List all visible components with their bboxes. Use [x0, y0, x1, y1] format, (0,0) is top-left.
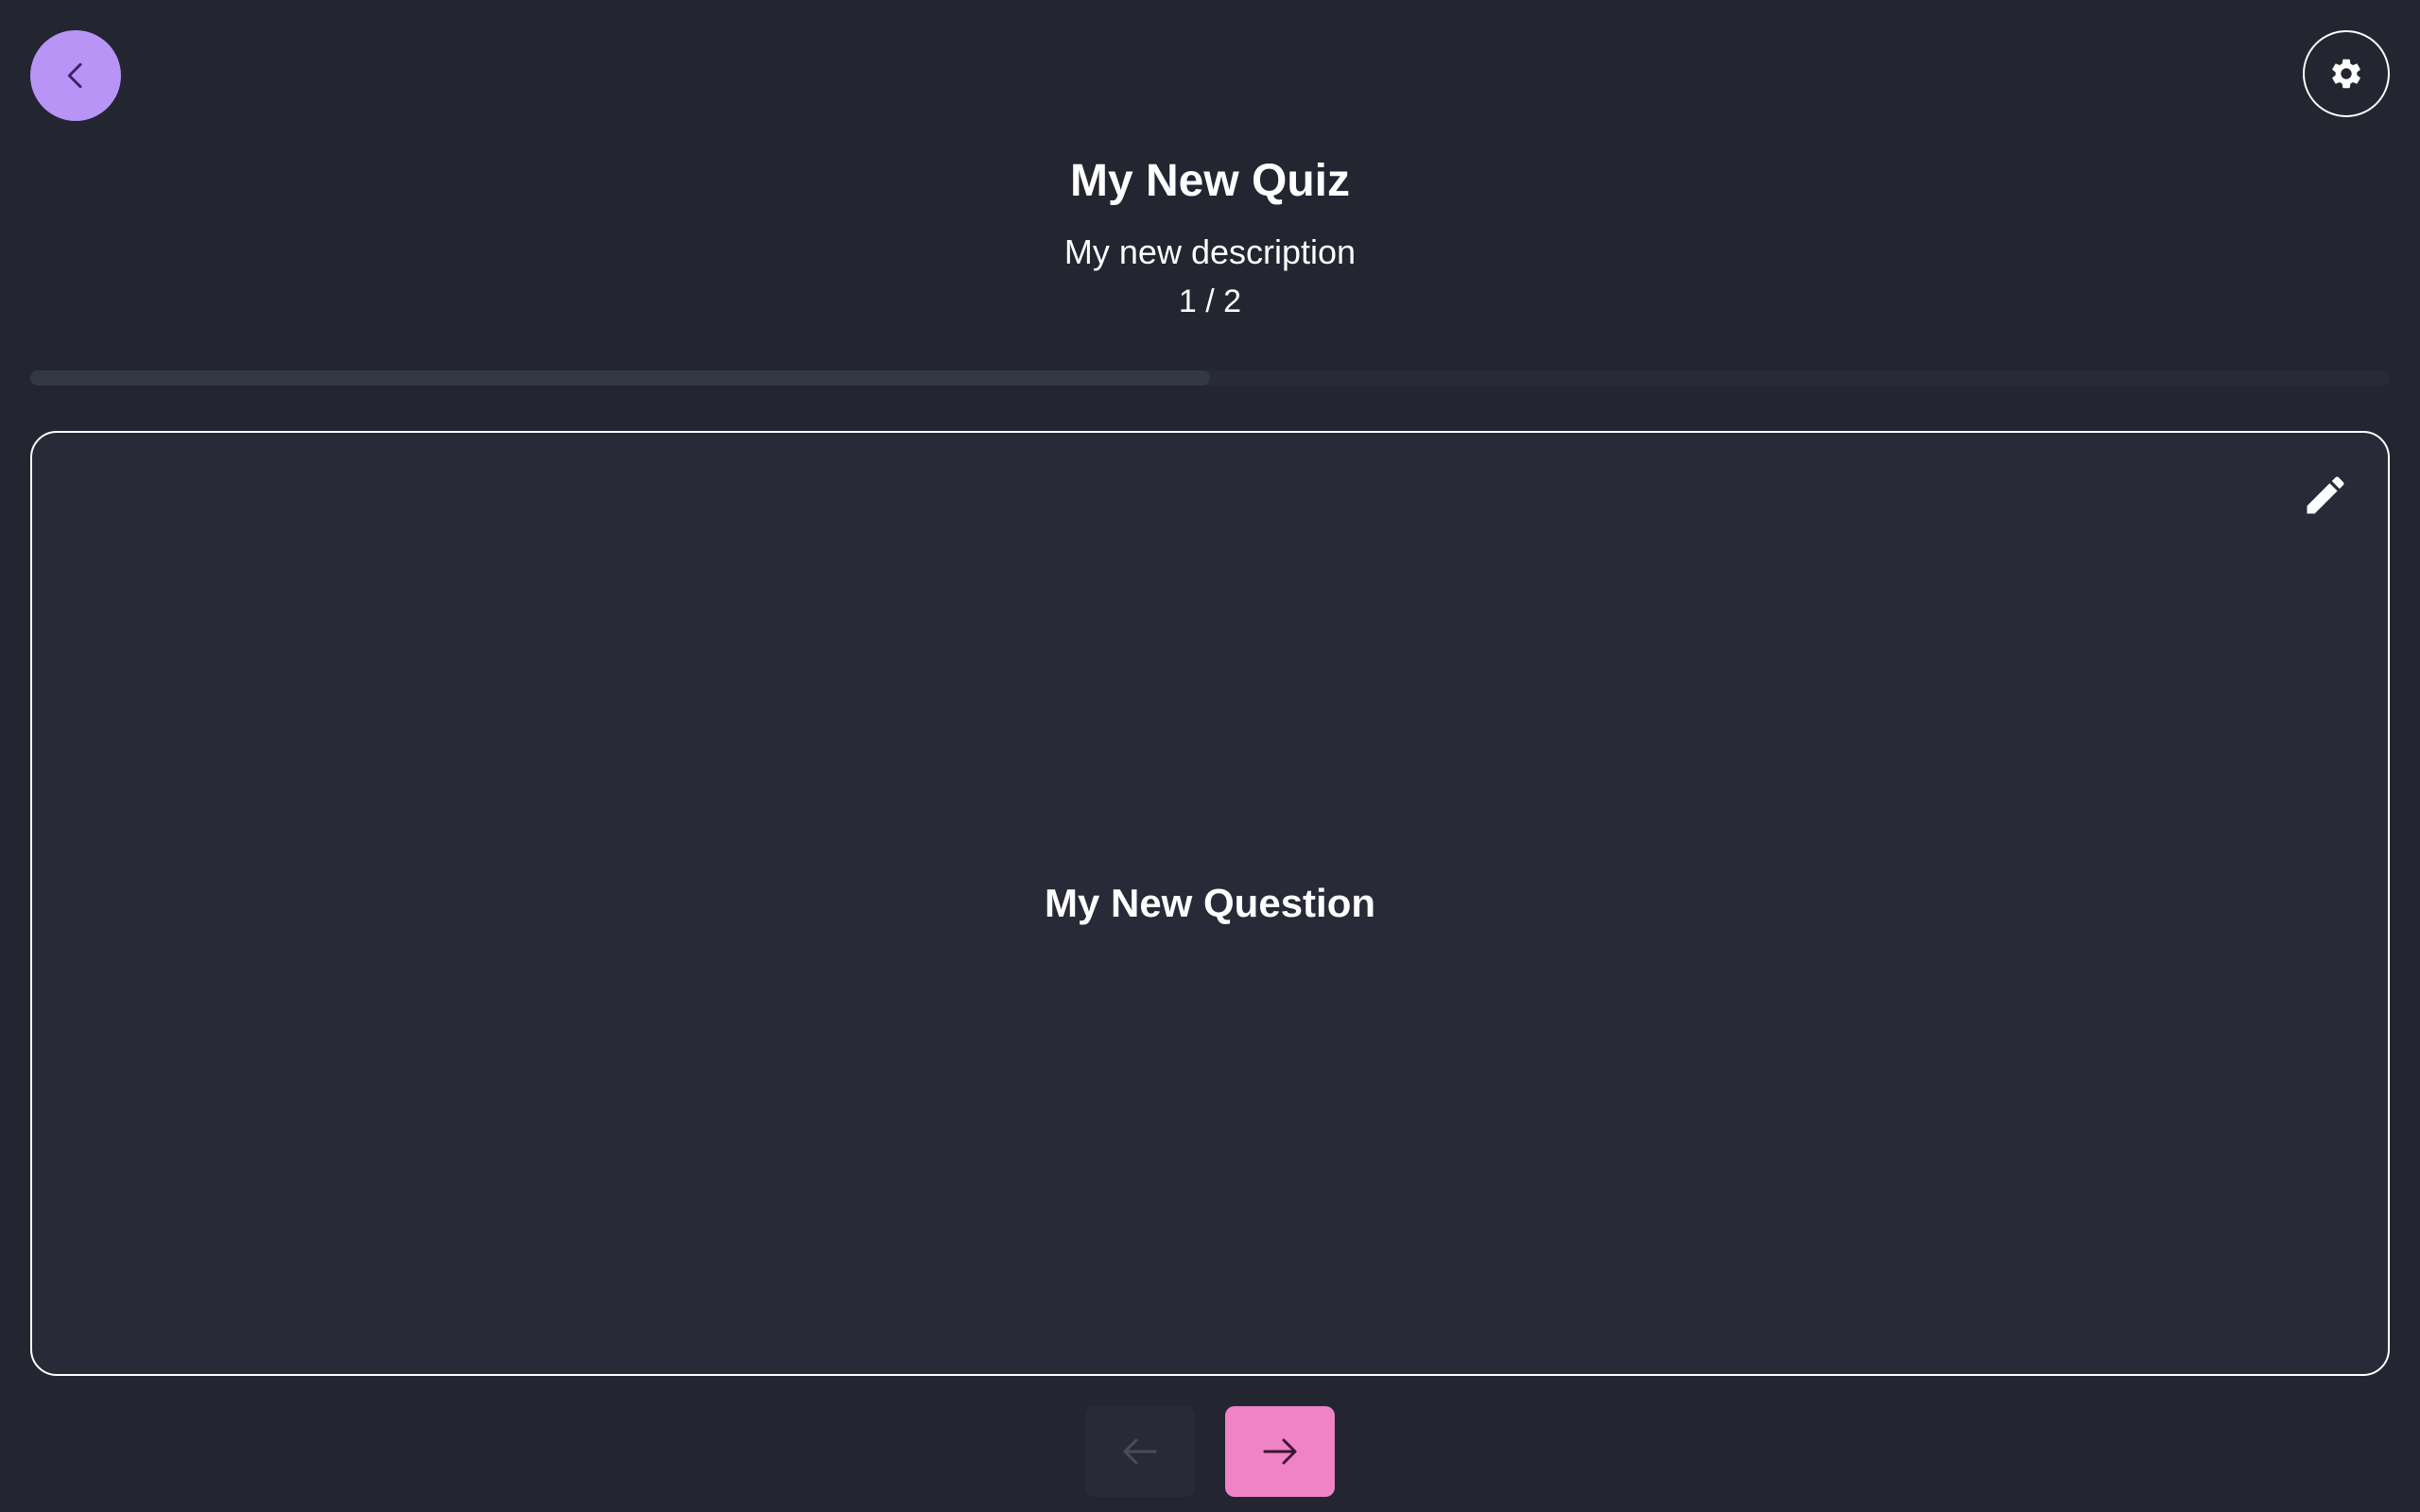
- previous-question-button[interactable]: [1085, 1406, 1195, 1497]
- quiz-page: My New Quiz My new description 1 / 2 My …: [0, 0, 2420, 1512]
- quiz-title: My New Quiz: [1069, 156, 1351, 206]
- progress-bar-fill: [30, 370, 1210, 386]
- quiz-header: My New Quiz My new description 1 / 2: [0, 142, 2420, 325]
- question-counter: 1 / 2: [1178, 284, 1242, 319]
- pencil-icon: [2307, 476, 2344, 514]
- next-question-button[interactable]: [1225, 1406, 1335, 1497]
- question-navigation: [0, 1406, 2420, 1497]
- back-button[interactable]: [30, 30, 121, 121]
- gear-icon: [2332, 59, 2360, 89]
- arrow-left-icon: [1123, 1438, 1157, 1465]
- arrow-right-icon: [1263, 1438, 1297, 1465]
- progress-bar: [30, 370, 2390, 386]
- quiz-description: My new description: [1063, 232, 1357, 271]
- chevron-left-icon: [67, 62, 82, 89]
- question-card[interactable]: My New Question: [30, 431, 2390, 1376]
- question-text: My New Question: [1044, 881, 1376, 925]
- edit-question-button[interactable]: [2290, 459, 2361, 531]
- settings-button[interactable]: [2303, 30, 2390, 117]
